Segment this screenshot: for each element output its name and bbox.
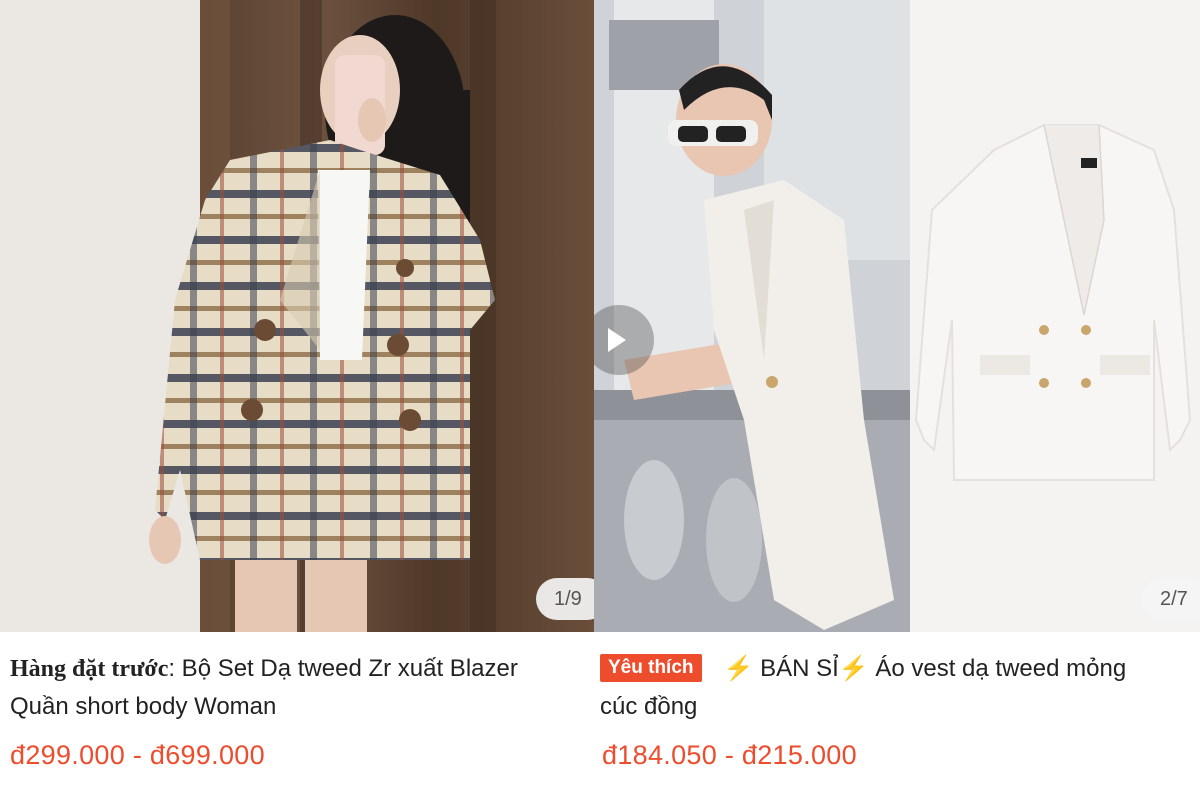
image-counter: 1/9 — [536, 578, 594, 620]
product-photo — [594, 0, 1200, 632]
product-image-plaid-tweed-set[interactable]: 1/9 — [0, 0, 594, 632]
product-title[interactable]: Yêu thích ⚡ BÁN SỈ⚡ Áo vest dạ tweed mỏng… — [600, 650, 1200, 726]
product-title-line1: : Bộ Set Dạ tweed Zr xuất Blazer — [168, 655, 518, 682]
product-card-2[interactable]: 2/7 Yêu thích ⚡ BÁN SỈ⚡ Áo vest dạ tweed … — [594, 0, 1200, 800]
product-price: đ184.050 - đ215.000 — [602, 740, 857, 770]
product-title-line2: Quần short body Woman — [10, 693, 277, 720]
product-title-wholesale: BÁN SỈ — [760, 655, 839, 682]
product-price: đ299.000 - đ699.000 — [10, 740, 265, 770]
product-title-line1: Áo vest dạ tweed mỏng — [875, 655, 1127, 682]
image-counter: 2/7 — [1142, 578, 1200, 620]
favorite-badge: Yêu thích — [600, 654, 702, 682]
lightning-icon: ⚡ — [838, 655, 869, 682]
product-photo — [0, 0, 594, 632]
product-title[interactable]: Hàng đặt trước: Bộ Set Dạ tweed Zr xuất … — [10, 650, 594, 726]
play-icon — [608, 328, 626, 352]
product-card-1[interactable]: 1/9 Hàng đặt trước: Bộ Set Dạ tweed Zr x… — [0, 0, 594, 800]
product-image-white-tweed-blazer[interactable]: 2/7 — [594, 0, 1200, 632]
preorder-label: Hàng đặt trước — [10, 656, 169, 682]
lightning-icon: ⚡ — [723, 655, 754, 682]
product-title-line2: cúc đồng — [600, 693, 698, 720]
